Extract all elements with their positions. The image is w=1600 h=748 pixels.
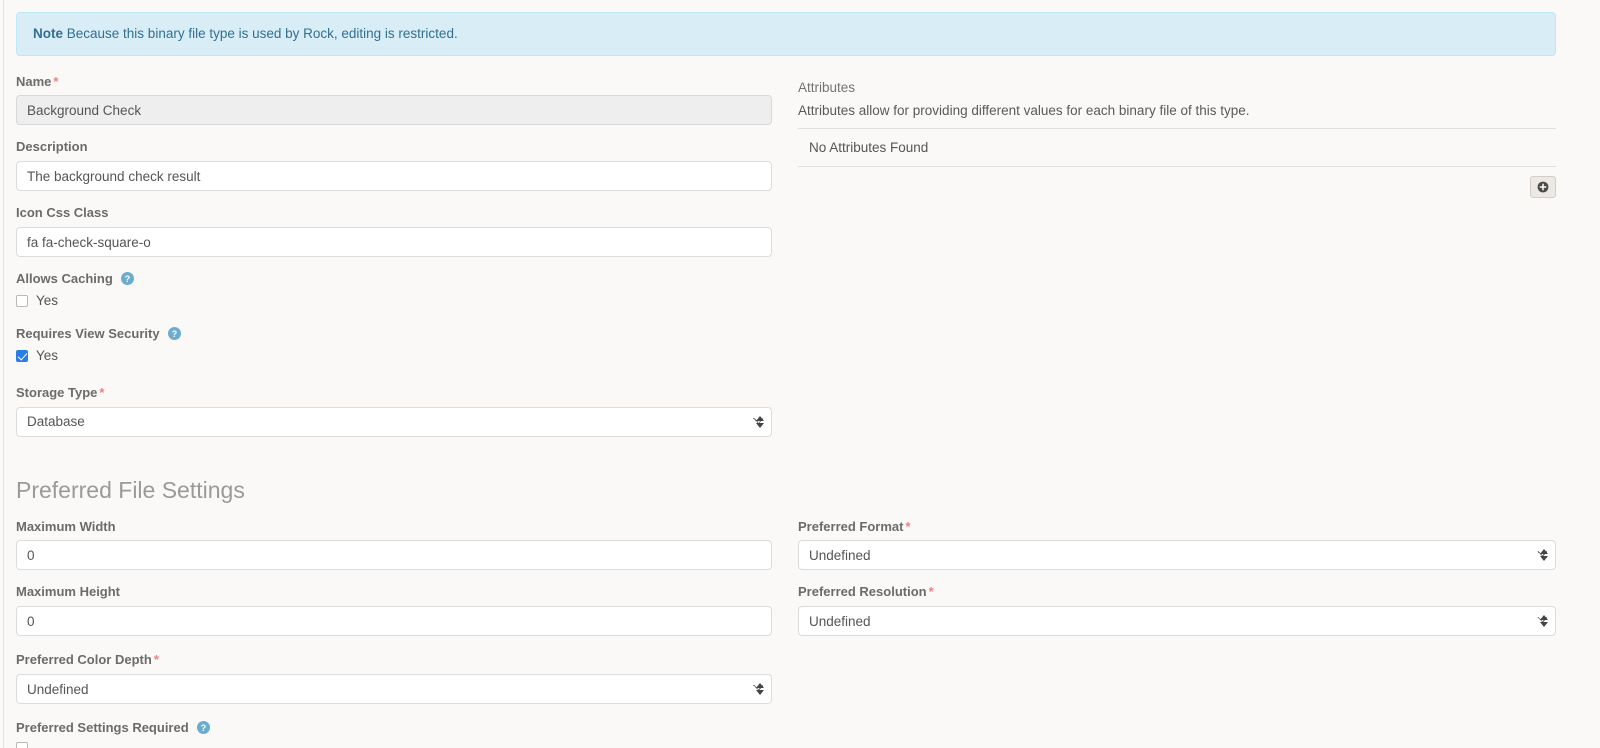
preferred-settings-required-label-text: Preferred Settings Required bbox=[16, 720, 189, 735]
preferred-resolution-required-marker: * bbox=[929, 584, 934, 599]
attributes-title: Attributes bbox=[798, 80, 1556, 95]
name-label-text: Name bbox=[16, 74, 51, 89]
preferred-color-depth-select[interactable]: Undefined bbox=[16, 674, 772, 704]
field-allows-caching: Allows Caching ? Yes bbox=[16, 271, 772, 308]
field-preferred-color-depth: Preferred Color Depth* Undefined bbox=[16, 652, 772, 704]
requires-view-security-checkbox-row[interactable]: Yes bbox=[16, 348, 772, 363]
field-preferred-format: Preferred Format* Undefined bbox=[798, 519, 1556, 571]
preferred-settings-required-checkbox-row[interactable] bbox=[16, 742, 772, 748]
field-icon-css-class: Icon Css Class bbox=[16, 205, 772, 257]
svg-text:?: ? bbox=[125, 274, 130, 284]
preferred-format-label-text: Preferred Format bbox=[798, 519, 903, 534]
attributes-actions bbox=[798, 167, 1556, 198]
preferred-resolution-label: Preferred Resolution* bbox=[798, 584, 1556, 601]
right-column: Attributes Attributes allow for providin… bbox=[798, 74, 1556, 451]
preferred-settings-required-label: Preferred Settings Required ? bbox=[16, 720, 772, 737]
preferred-color-depth-required-marker: * bbox=[154, 652, 159, 667]
attributes-empty-message: No Attributes Found bbox=[798, 129, 1556, 166]
preferred-format-label: Preferred Format* bbox=[798, 519, 1556, 536]
question-circle-icon[interactable]: ? bbox=[168, 327, 181, 340]
preferred-color-depth-select-wrap: Undefined bbox=[16, 674, 772, 704]
preferred-format-select[interactable]: Undefined bbox=[798, 540, 1556, 570]
preferred-format-select-wrap: Undefined bbox=[798, 540, 1556, 570]
storage-type-select[interactable]: Database bbox=[16, 407, 772, 437]
allows-caching-checkbox[interactable] bbox=[16, 295, 28, 307]
maximum-width-label: Maximum Width bbox=[16, 519, 772, 536]
field-maximum-width: Maximum Width bbox=[16, 519, 772, 571]
name-required-marker: * bbox=[53, 74, 58, 89]
page-left-divider bbox=[3, 0, 4, 748]
preferred-color-depth-label: Preferred Color Depth* bbox=[16, 652, 772, 669]
attributes-description: Attributes allow for providing different… bbox=[798, 103, 1556, 118]
description-label: Description bbox=[16, 139, 772, 156]
requires-view-security-label-text: Requires View Security bbox=[16, 326, 160, 341]
pfs-left-column: Maximum Width Maximum Height Preferred C… bbox=[16, 519, 772, 748]
note-text: Because this binary file type is used by… bbox=[67, 26, 458, 41]
preferred-color-depth-label-text: Preferred Color Depth bbox=[16, 652, 152, 667]
field-preferred-resolution: Preferred Resolution* Undefined bbox=[798, 584, 1556, 636]
requires-view-security-checkbox[interactable] bbox=[16, 350, 28, 362]
preferred-resolution-label-text: Preferred Resolution bbox=[798, 584, 927, 599]
attributes-grid: No Attributes Found bbox=[798, 128, 1556, 167]
form-columns: Name* Description Icon Css Class Allows … bbox=[16, 74, 1556, 451]
requires-view-security-checkbox-label: Yes bbox=[36, 348, 58, 363]
requires-view-security-label: Requires View Security ? bbox=[16, 326, 772, 343]
field-maximum-height: Maximum Height bbox=[16, 584, 772, 636]
plus-circle-icon bbox=[1537, 181, 1549, 193]
preferred-format-required-marker: * bbox=[905, 519, 910, 534]
left-column: Name* Description Icon Css Class Allows … bbox=[16, 74, 772, 451]
svg-text:?: ? bbox=[201, 723, 206, 733]
preferred-file-settings-heading: Preferred File Settings bbox=[16, 477, 1556, 505]
field-description: Description bbox=[16, 139, 772, 191]
field-storage-type: Storage Type* Database bbox=[16, 385, 772, 437]
maximum-width-input[interactable] bbox=[16, 540, 772, 570]
preferred-settings-required-checkbox[interactable] bbox=[16, 742, 28, 748]
allows-caching-checkbox-label: Yes bbox=[36, 293, 58, 308]
maximum-height-input[interactable] bbox=[16, 606, 772, 636]
storage-type-label: Storage Type* bbox=[16, 385, 772, 402]
restricted-editing-note: Note Because this binary file type is us… bbox=[16, 12, 1556, 56]
field-name: Name* bbox=[16, 74, 772, 126]
maximum-height-label: Maximum Height bbox=[16, 584, 772, 601]
name-input[interactable] bbox=[16, 95, 772, 125]
field-preferred-settings-required: Preferred Settings Required ? bbox=[16, 720, 772, 748]
name-label: Name* bbox=[16, 74, 772, 91]
field-requires-view-security: Requires View Security ? Yes bbox=[16, 326, 772, 363]
storage-type-select-wrap: Database bbox=[16, 407, 772, 437]
preferred-file-settings-columns: Maximum Width Maximum Height Preferred C… bbox=[16, 519, 1556, 748]
description-input[interactable] bbox=[16, 161, 772, 191]
question-circle-icon[interactable]: ? bbox=[121, 272, 134, 285]
svg-text:?: ? bbox=[172, 329, 177, 339]
note-strong-label: Note bbox=[33, 26, 63, 41]
preferred-resolution-select-wrap: Undefined bbox=[798, 606, 1556, 636]
add-attribute-button[interactable] bbox=[1530, 176, 1556, 198]
icon-css-class-input[interactable] bbox=[16, 227, 772, 257]
storage-type-label-text: Storage Type bbox=[16, 385, 97, 400]
icon-css-class-label: Icon Css Class bbox=[16, 205, 772, 222]
storage-type-required-marker: * bbox=[99, 385, 104, 400]
pfs-right-column: Preferred Format* Undefined Preferred Re… bbox=[798, 519, 1556, 748]
allows-caching-label-text: Allows Caching bbox=[16, 271, 113, 286]
allows-caching-label: Allows Caching ? bbox=[16, 271, 772, 288]
question-circle-icon[interactable]: ? bbox=[197, 721, 210, 734]
allows-caching-checkbox-row[interactable]: Yes bbox=[16, 293, 772, 308]
preferred-resolution-select[interactable]: Undefined bbox=[798, 606, 1556, 636]
page-content: Note Because this binary file type is us… bbox=[0, 0, 1600, 748]
